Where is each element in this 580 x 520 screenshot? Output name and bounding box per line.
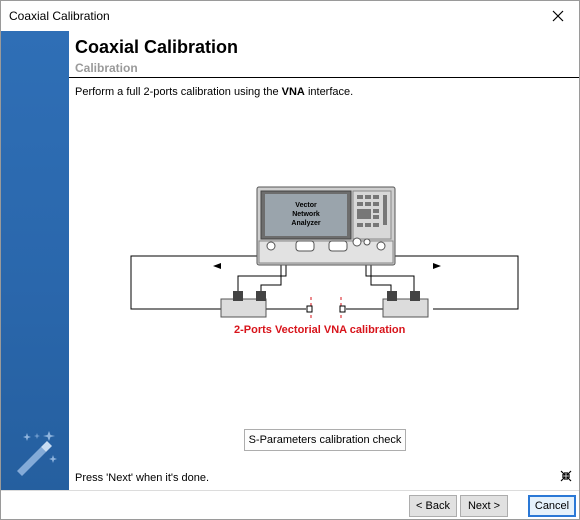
page-subtitle: Calibration	[75, 61, 138, 75]
instruction-text: Perform a full 2-ports calibration using…	[75, 86, 353, 98]
instrument-label-line1: Vector	[295, 202, 317, 209]
wizard-header: Coaxial Calibration Calibration	[69, 31, 579, 77]
window-title: Coaxial Calibration	[9, 9, 110, 23]
footer-divider	[1, 490, 579, 491]
title-bar: Coaxial Calibration	[1, 1, 579, 31]
instruction-emphasis: VNA	[281, 86, 305, 98]
close-icon	[552, 10, 564, 22]
instruction-suffix: interface.	[304, 86, 354, 98]
close-button[interactable]	[537, 1, 579, 31]
diagram-caption: 2-Ports Vectorial VNA calibration	[234, 324, 406, 336]
instrument-label-line3: Analyzer	[291, 220, 320, 227]
wizard-sidebar	[1, 31, 69, 491]
header-divider	[69, 77, 579, 78]
sparameters-check-button[interactable]: S-Parameters calibration check	[244, 429, 406, 451]
instrument-label-line2: Network	[292, 211, 320, 218]
back-button[interactable]: < Back	[409, 495, 457, 517]
magic-wand-icon	[17, 431, 57, 476]
done-hint: Press 'Next' when it's done.	[75, 472, 210, 484]
dialog-window: Coaxial Calibration Coaxial Calibration …	[0, 0, 580, 520]
instruction-prefix: Perform a full 2-ports calibration using…	[75, 86, 282, 98]
cancel-button[interactable]: Cancel	[528, 495, 576, 517]
vna-calibration-diagram: Vector Network Analyzer	[130, 186, 519, 319]
next-button[interactable]: Next >	[460, 495, 508, 517]
collapse-arrows-icon[interactable]	[560, 470, 572, 482]
page-title: Coaxial Calibration	[75, 37, 239, 57]
